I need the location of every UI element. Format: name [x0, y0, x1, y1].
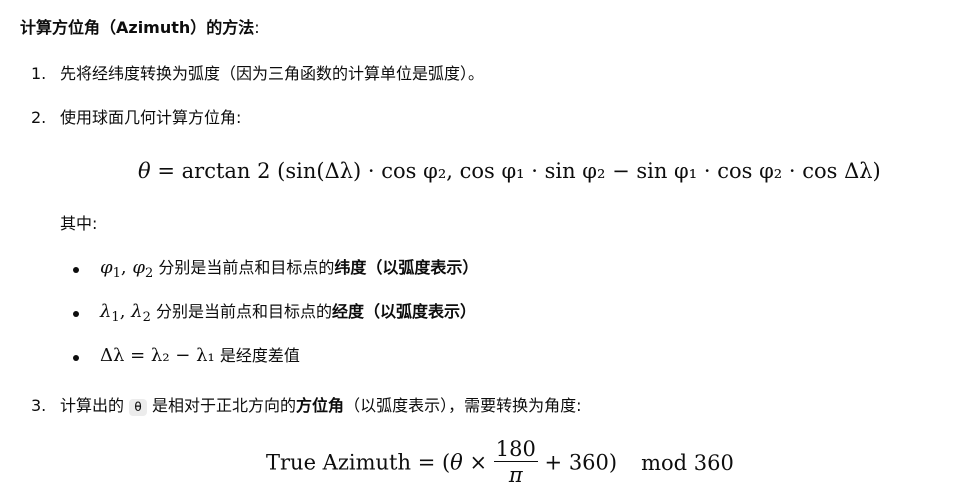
step-1-number: 1. — [31, 64, 47, 83]
formula-arguments: (sin(Δλ) · cos φ₂, cos φ₁ · sin φ₂ − sin… — [277, 159, 881, 183]
def-lat-sep: , — [120, 257, 133, 278]
final-rhs: + 360) — [537, 450, 618, 475]
formula-function: arctan 2 — [181, 159, 271, 183]
step-2-number: 2. — [31, 108, 47, 127]
final-mod: mod 360 — [641, 450, 734, 475]
def-delta-text: 是经度差值 — [219, 346, 300, 365]
final-times: × — [462, 450, 494, 475]
bullet-icon — [73, 355, 79, 361]
def-lon-sep: , — [119, 301, 132, 322]
where-label: 其中: — [60, 214, 98, 233]
inline-code-theta: θ — [129, 399, 147, 416]
bullet-icon — [73, 311, 79, 317]
step-2-text: 使用球面几何计算方位角: — [60, 108, 242, 127]
page-title: 计算方位角（Azimuth）的方法: — [20, 18, 260, 38]
formula-equals: = — [157, 159, 175, 183]
def-lon-sub-b: 2 — [142, 310, 151, 325]
page-title-colon: : — [254, 18, 260, 37]
true-azimuth-formula: True Azimuth = (θ × 180 π + 360) mod 360 — [266, 437, 734, 488]
def-lat-bold: 纬度（以弧度表示） — [334, 258, 479, 277]
final-fraction: 180 π — [493, 437, 538, 488]
def-lat-text: 分别是当前点和目标点的 — [158, 258, 335, 277]
step-3-text-after: （以弧度表示），需要转换为角度: — [344, 396, 582, 415]
definition-delta-lambda: Δλ = λ₂ − λ₁ 是经度差值 — [100, 345, 300, 367]
formula-theta: θ — [138, 159, 151, 183]
step-3-text-before: 计算出的 — [60, 396, 125, 415]
step-3-text: 计算出的 θ 是相对于正北方向的方位角（以弧度表示），需要转换为角度: — [60, 396, 581, 418]
page-title-text: 计算方位角（Azimuth）的方法 — [20, 18, 255, 37]
step-3-bold: 方位角 — [296, 396, 345, 415]
final-denominator: π — [508, 463, 523, 487]
step-1-text: 先将经纬度转换为弧度（因为三角函数的计算单位是弧度）。 — [60, 64, 485, 83]
def-lat-symbol-a: φ — [100, 257, 113, 278]
def-delta-math: Δλ = λ₂ − λ₁ — [100, 345, 215, 366]
def-lon-symbol-a: λ — [100, 301, 112, 322]
def-lon-bold: 经度（以弧度表示） — [331, 302, 476, 321]
def-lon-symbol-b: λ — [131, 301, 143, 322]
def-lat-symbol-b: φ — [132, 257, 145, 278]
final-numerator: 180 — [493, 437, 538, 462]
def-lon-sub-a: 1 — [111, 310, 120, 325]
azimuth-formula: θ = arctan 2 (sin(Δλ) · cos φ₂, cos φ₁ ·… — [138, 158, 881, 184]
definition-longitude: λ1, λ2 分别是当前点和目标点的经度（以弧度表示） — [100, 301, 476, 329]
final-theta: θ — [450, 450, 463, 475]
def-lat-sub-b: 2 — [144, 266, 154, 281]
def-lon-text: 分别是当前点和目标点的 — [155, 302, 332, 321]
step-3-text-mid: 是相对于正北方向的 — [152, 396, 297, 415]
def-lat-sub-a: 1 — [112, 266, 121, 281]
definition-latitude: φ1, φ2 分别是当前点和目标点的纬度（以弧度表示） — [100, 257, 478, 285]
step-3-number: 3. — [31, 396, 47, 415]
final-lhs: True Azimuth = ( — [266, 450, 451, 475]
bullet-icon — [73, 267, 79, 273]
